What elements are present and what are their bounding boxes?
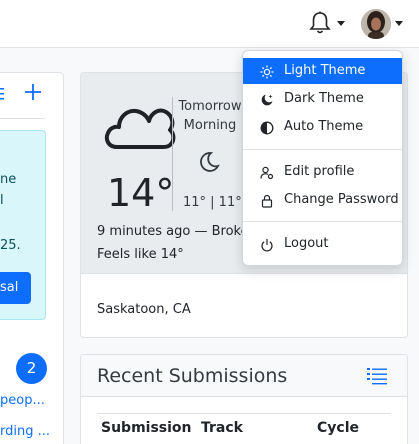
weather-footer-divider	[81, 273, 407, 274]
feels-like-text: Feels like 14°	[97, 247, 184, 262]
forecast-temperature-range: 11° | 11°	[183, 195, 242, 210]
notifications-caret-icon[interactable]	[337, 21, 345, 26]
user-avatar[interactable]	[361, 9, 391, 39]
weather-divider	[172, 97, 173, 211]
menu-item-dark-theme[interactable]: Dark Theme	[243, 86, 402, 112]
forecast-label: Tomorrow Morning	[178, 99, 242, 133]
user-dropdown-menu: Light Theme Dark Theme Auto Theme Edit p…	[242, 50, 403, 266]
menu-item-label: Change Password	[284, 192, 399, 207]
current-temperature: 14°	[107, 171, 175, 215]
menu-item-auto-theme[interactable]: Auto Theme	[243, 114, 402, 140]
info-text-line: l	[0, 193, 4, 208]
lock-icon	[260, 193, 274, 208]
menu-item-label: Light Theme	[284, 63, 366, 78]
top-navbar	[0, 0, 419, 48]
info-text-line: ne	[0, 172, 17, 187]
power-icon	[260, 237, 274, 252]
cloud-icon	[103, 97, 177, 153]
list-item-link[interactable]: peop...	[0, 393, 45, 408]
new-proposal-button[interactable]: osal	[0, 272, 31, 304]
table-top-divider	[97, 413, 391, 414]
moon-stars-icon	[260, 92, 274, 106]
person-gear-icon	[260, 165, 274, 180]
column-header-cycle[interactable]: Cycle	[317, 420, 359, 436]
menu-item-label: Dark Theme	[284, 91, 364, 106]
list-item-link[interactable]: rding ...	[0, 424, 50, 439]
user-menu-caret-icon[interactable]	[395, 21, 403, 26]
menu-item-light-theme[interactable]: Light Theme	[243, 58, 402, 84]
list-icon[interactable]	[0, 86, 5, 100]
moon-icon	[198, 151, 220, 173]
weather-location: Saskatoon, CA	[97, 302, 191, 317]
add-icon[interactable]	[24, 83, 42, 101]
menu-divider	[243, 149, 402, 150]
menu-item-label: Logout	[284, 236, 329, 251]
count-badge: 2	[16, 353, 47, 384]
info-text-line: 25.	[0, 238, 21, 253]
card-title: Recent Submissions	[97, 365, 288, 387]
menu-item-label: Auto Theme	[284, 119, 364, 134]
card-header-divider	[0, 118, 45, 119]
menu-item-change-password[interactable]: Change Password	[243, 187, 402, 213]
menu-divider	[243, 221, 402, 222]
list-view-icon[interactable]	[367, 367, 387, 385]
menu-item-edit-profile[interactable]: Edit profile	[243, 159, 402, 185]
column-header-submission[interactable]: Submission	[101, 420, 192, 436]
notifications-bell-icon[interactable]	[308, 10, 332, 36]
weather-updated-text: 9 minutes ago — Broke	[97, 224, 249, 239]
column-header-track[interactable]: Track	[201, 420, 243, 436]
menu-item-label: Edit profile	[284, 164, 355, 179]
card-header: Recent Submissions	[81, 355, 407, 397]
menu-item-logout[interactable]: Logout	[243, 231, 402, 257]
sun-icon	[260, 64, 274, 79]
recent-submissions-card: Recent Submissions Submission Track Cycl…	[80, 354, 408, 444]
circle-half-icon	[260, 120, 274, 135]
